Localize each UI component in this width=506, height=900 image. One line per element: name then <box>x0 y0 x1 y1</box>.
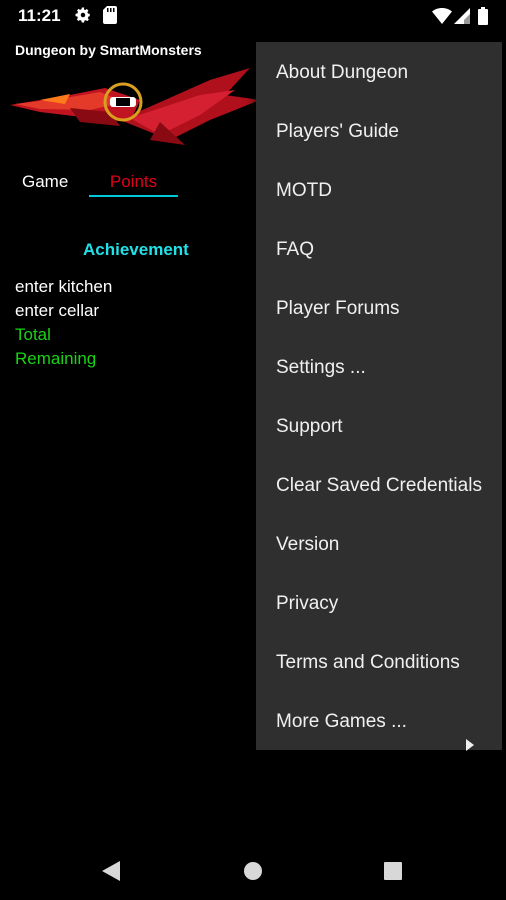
recents-icon[interactable] <box>384 862 402 885</box>
tab-game[interactable]: Game <box>22 172 68 192</box>
home-icon[interactable] <box>243 861 263 886</box>
back-icon[interactable] <box>102 861 122 886</box>
overflow-menu: About Dungeon Players' Guide MOTD FAQ Pl… <box>256 42 502 751</box>
menu-item-version[interactable]: Version <box>256 515 502 574</box>
status-time: 11:21 <box>18 6 61 25</box>
menu-item-settings[interactable]: Settings ... <box>256 338 502 397</box>
menu-item-clear-saved-credentials[interactable]: Clear Saved Credentials <box>256 456 502 515</box>
achievement-row: enter cellar <box>15 301 100 320</box>
remaining-row: Remaining <box>15 349 97 368</box>
app-title: Dungeon by SmartMonsters <box>15 42 202 58</box>
menu-item-players-guide[interactable]: Players' Guide <box>256 102 502 161</box>
menu-item-about-dungeon[interactable]: About Dungeon <box>256 43 502 102</box>
tab-points[interactable]: Points <box>89 172 178 197</box>
menu-item-more-games-label: More Games ... <box>276 711 407 732</box>
menu-item-terms-and-conditions[interactable]: Terms and Conditions <box>256 633 502 692</box>
navigation-bar <box>0 840 506 900</box>
chevron-right-icon <box>466 716 474 775</box>
sd-card-icon <box>103 6 117 29</box>
signal-icon <box>454 8 470 29</box>
menu-item-player-forums[interactable]: Player Forums <box>256 279 502 338</box>
achievement-row: enter kitchen <box>15 277 113 296</box>
menu-item-privacy[interactable]: Privacy <box>256 574 502 633</box>
wifi-icon <box>432 8 452 29</box>
dragon-logo <box>10 60 260 155</box>
achievement-header: Achievement <box>83 240 189 259</box>
gear-icon <box>74 6 92 29</box>
total-row: Total <box>15 325 51 344</box>
status-bar: 11:21 <box>0 0 506 32</box>
menu-item-support[interactable]: Support <box>256 397 502 456</box>
battery-icon <box>478 7 488 30</box>
menu-item-more-games[interactable]: More Games ... <box>256 692 502 751</box>
menu-item-faq[interactable]: FAQ <box>256 220 502 279</box>
menu-item-motd[interactable]: MOTD <box>256 161 502 220</box>
